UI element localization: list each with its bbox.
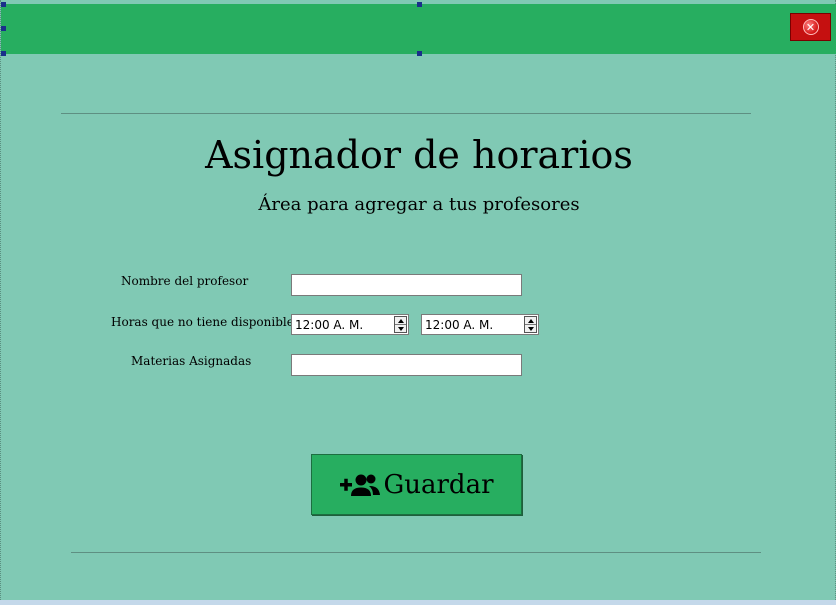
hour-to-value: 12:00 A. M. (425, 318, 494, 332)
spinner-up-icon[interactable] (395, 317, 406, 325)
bottom-divider (71, 552, 761, 553)
spinner-down-icon[interactable] (525, 325, 536, 332)
header-bar (1, 4, 836, 54)
hour-from-spinner[interactable]: 12:00 A. M. (291, 314, 409, 335)
close-icon: ✕ (802, 19, 819, 35)
selection-handle (1, 2, 6, 7)
selection-handle (1, 51, 6, 56)
spinner-arrows (394, 316, 407, 333)
subjects-label: Materias Asignadas (131, 354, 252, 368)
close-button[interactable]: ✕ (790, 13, 831, 41)
hour-to-spinner[interactable]: 12:00 A. M. (421, 314, 539, 335)
selection-handle (417, 51, 422, 56)
teacher-name-input[interactable] (291, 274, 522, 296)
selection-handle (417, 2, 422, 7)
selection-handle (1, 26, 6, 31)
add-users-icon (340, 474, 381, 496)
subjects-input[interactable] (291, 354, 522, 376)
page-title: Asignador de horarios (205, 133, 633, 177)
top-divider (61, 113, 751, 114)
teacher-name-label: Nombre del profesor (121, 274, 249, 288)
spinner-arrows (524, 316, 537, 333)
spinner-down-icon[interactable] (395, 325, 406, 332)
hour-from-value: 12:00 A. M. (295, 318, 364, 332)
main-panel: ✕ Asignador de horarios Área para agrega… (0, 0, 836, 600)
page-subtitle: Área para agregar a tus profesores (258, 194, 580, 215)
save-button-label: Guardar (383, 469, 494, 500)
save-button[interactable]: Guardar (311, 454, 522, 515)
unavailable-hours-label: Horas que no tiene disponible (111, 315, 294, 329)
spinner-up-icon[interactable] (525, 317, 536, 325)
